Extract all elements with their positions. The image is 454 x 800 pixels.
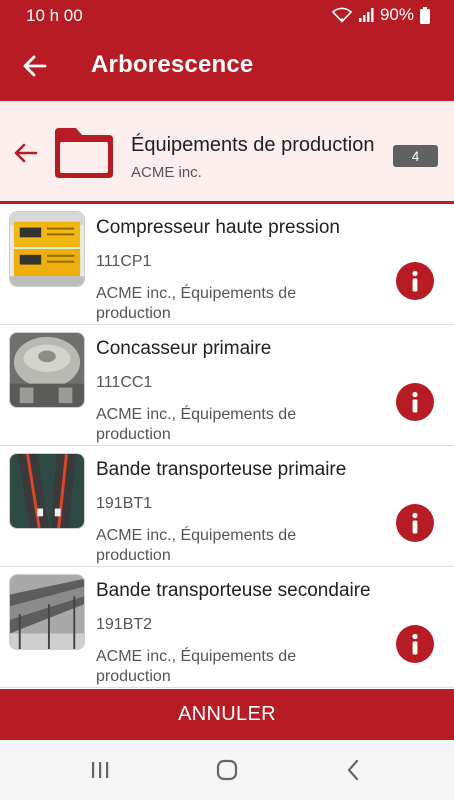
info-icon [412, 633, 418, 655]
cancel-button[interactable]: ANNULER [0, 689, 454, 740]
info-button[interactable] [396, 262, 434, 300]
system-back-button[interactable] [340, 756, 368, 784]
info-button[interactable] [396, 504, 434, 542]
folder-header: Équipements de production ACME inc. 4 [0, 101, 454, 204]
conveyor-image [9, 453, 85, 529]
info-icon [412, 391, 418, 413]
conveyor-secondary-image [9, 574, 85, 650]
home-icon [216, 759, 238, 781]
item-name: Bande transporteuse secondaire [96, 580, 371, 601]
info-icon [412, 270, 418, 292]
item-code: 191BT2 [96, 616, 153, 633]
system-back-icon [347, 759, 359, 781]
item-path: ACME inc., Équipements de production [96, 406, 297, 443]
folder-back-button[interactable] [12, 139, 40, 167]
count-badge: 4 [393, 145, 438, 167]
status-time: 10 h 00 [26, 6, 83, 25]
battery-icon [420, 6, 430, 24]
item-name: Concasseur primaire [96, 338, 272, 359]
recent-apps-button[interactable] [86, 756, 114, 784]
item-path: ACME inc., Équipements de production [96, 648, 297, 685]
folder-title: Équipements de production [131, 134, 375, 156]
folder-subtitle: ACME inc. [131, 164, 202, 181]
item-code: 111CP1 [96, 253, 152, 270]
home-button[interactable] [213, 756, 241, 784]
item-name: Compresseur haute pression [96, 217, 340, 238]
list-item[interactable]: Bande transporteuse secondaire 191BT2 AC… [0, 567, 454, 688]
item-name: Bande transporteuse primaire [96, 459, 347, 480]
item-code: 191BT1 [96, 495, 153, 512]
back-arrow-icon [14, 143, 38, 163]
list-item[interactable]: Concasseur primaire 111CC1 ACME inc., Éq… [0, 325, 454, 446]
info-button[interactable] [396, 625, 434, 663]
status-indicators: 90% [331, 5, 430, 25]
back-button[interactable] [18, 49, 52, 83]
folder-icon [55, 128, 113, 178]
item-path: ACME inc., Équipements de production [96, 527, 297, 564]
crusher-image [9, 332, 85, 408]
battery-percent: 90% [379, 5, 414, 24]
signal-icon [358, 8, 374, 22]
list-item[interactable]: Compresseur haute pression 111CP1 ACME i… [0, 204, 454, 325]
back-arrow-icon [23, 55, 47, 77]
status-bar: 10 h 00 90% [0, 0, 454, 31]
app-bar: Arborescence [0, 31, 454, 101]
compressor-image [9, 211, 85, 287]
info-icon [412, 512, 418, 534]
item-code: 111CC1 [96, 374, 153, 391]
wifi-icon [331, 7, 352, 23]
list-item[interactable]: Bande transporteuse primaire 191BT1 ACME… [0, 446, 454, 567]
equipment-list: Compresseur haute pression 111CP1 ACME i… [0, 204, 454, 689]
system-nav-bar [0, 740, 454, 800]
recent-apps-icon [92, 762, 109, 778]
info-button[interactable] [396, 383, 434, 421]
page-title: Arborescence [91, 51, 254, 78]
item-path: ACME inc., Équipements de production [96, 285, 297, 322]
